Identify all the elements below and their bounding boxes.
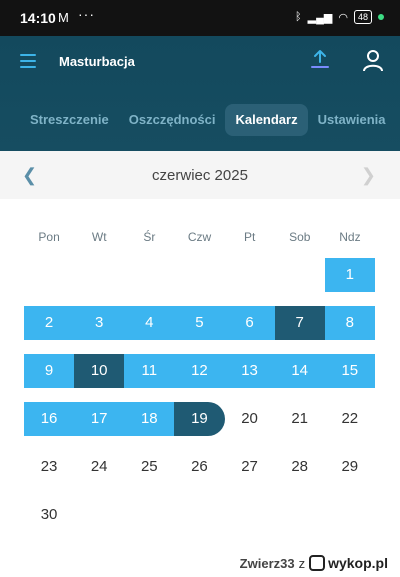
watermark-connector: z [298, 555, 306, 571]
tab-streszczenie[interactable]: Streszczenie [20, 104, 119, 136]
calendar-day[interactable]: 27 [225, 450, 275, 484]
calendar-day[interactable]: 16 [24, 402, 75, 436]
calendar-day[interactable]: 21 [275, 402, 325, 436]
month-label: czerwiec 2025 [152, 167, 248, 184]
empty-day-cell [225, 498, 275, 532]
calendar-day[interactable]: 17 [74, 402, 125, 436]
weekday-label: Ndz [339, 230, 361, 244]
menu-icon[interactable] [20, 54, 36, 68]
calendar-day[interactable]: 14 [274, 354, 325, 388]
calendar-week-row: 16 17 18 19 20 21 22 [24, 402, 375, 436]
calendar-day[interactable]: 23 [24, 450, 74, 484]
empty-day-cell [124, 498, 174, 532]
empty-day-cell [24, 258, 74, 292]
tab-ustawienia[interactable]: Ustawienia [308, 104, 396, 136]
calendar-day[interactable]: 15 [324, 354, 375, 388]
weekday-label: Czw [187, 230, 212, 244]
calendar-day[interactable]: 9 [24, 354, 75, 388]
wifi-icon: ◠ [338, 11, 348, 24]
empty-day-cell [74, 498, 124, 532]
calendar-day[interactable]: 30 [24, 498, 74, 532]
weekday-label: Pon [38, 230, 60, 244]
calendar-day[interactable]: 11 [124, 354, 175, 388]
empty-day-cell [174, 498, 224, 532]
wykop-logo: wykop.pl [309, 555, 388, 571]
empty-day-cell [225, 258, 275, 292]
calendar-day[interactable]: 12 [174, 354, 225, 388]
calendar-day[interactable]: 26 [174, 450, 224, 484]
calendar-day[interactable]: 13 [224, 354, 275, 388]
app-title: Masturbacja [59, 54, 135, 69]
watermark: Zwierz33 z wykop.pl [240, 555, 388, 571]
empty-day-cell [275, 498, 325, 532]
tab-bar: Streszczenie Oszczędności Kalendarz Usta… [20, 104, 396, 136]
weekday-label: Wt [91, 230, 107, 244]
next-month-icon[interactable]: ❯ [361, 165, 376, 186]
calendar-day[interactable]: 6 [224, 306, 275, 340]
upload-icon[interactable] [308, 48, 332, 72]
calendar-week-row: 2345678 [24, 306, 375, 340]
calendar-day[interactable]: 25 [124, 450, 174, 484]
weekday-header: Pon Wt Śr Czw Pt Sob Ndz [24, 230, 375, 244]
calendar-grid: 1 2 3 4 5 6 7 8 9 10 11 12 13 14 15 16 17 18 19 20 21 22 23 24 2… [24, 258, 375, 546]
calendar-day[interactable]: 4 [124, 306, 175, 340]
app-bar: Masturbacja Streszczenie Oszczędności Ka… [0, 36, 400, 151]
calendar-day[interactable]: 3 [74, 306, 125, 340]
calendar-day[interactable]: 28 [275, 450, 325, 484]
calendar-day[interactable]: 5 [174, 306, 225, 340]
calendar-day[interactable]: 7 [274, 306, 325, 340]
privacy-indicator-icon [378, 14, 384, 20]
month-navigation: ❮ czerwiec 2025 ❯ [0, 151, 400, 199]
bluetooth-icon: ᛒ [295, 11, 302, 23]
calendar-day[interactable]: 19 [174, 402, 225, 436]
more-notifications-icon: ··· [78, 6, 95, 22]
watermark-user: Zwierz33 [239, 555, 295, 571]
battery-icon: 48 [353, 10, 372, 24]
calendar-day[interactable]: 18 [124, 402, 175, 436]
empty-day-cell [74, 258, 124, 292]
calendar-day[interactable]: 10 [74, 354, 125, 388]
empty-day-cell [325, 498, 375, 532]
calendar-day[interactable]: 1 [324, 258, 375, 292]
wykop-logo-icon [309, 555, 326, 571]
mail-icon: M [58, 10, 69, 25]
tab-kalendarz[interactable]: Kalendarz [225, 104, 308, 136]
empty-day-cell [174, 258, 224, 292]
status-bar: 14:10 M ··· ᛒ ▂▄▆ ◠ 48 [0, 0, 400, 36]
calendar-day[interactable]: 29 [325, 450, 375, 484]
status-time: 14:10 [20, 10, 56, 26]
calendar-week-row: 1 [24, 258, 375, 292]
calendar-day[interactable]: 8 [324, 306, 375, 340]
calendar-day[interactable]: 2 [24, 306, 75, 340]
calendar-week-row: 9 10 11 12 13 14 15 [24, 354, 375, 388]
calendar-week-row: 23 24 25 26 27 28 29 [24, 450, 375, 484]
weekday-label: Sob [289, 230, 311, 244]
signal-icon: ▂▄▆ [307, 11, 333, 24]
profile-icon[interactable] [362, 49, 384, 73]
weekday-label: Pt [243, 230, 256, 244]
calendar-day[interactable]: 20 [225, 402, 275, 436]
calendar-day[interactable]: 24 [74, 450, 124, 484]
empty-day-cell [124, 258, 174, 292]
calendar-day[interactable]: 22 [325, 402, 375, 436]
empty-day-cell [275, 258, 325, 292]
tab-oszczednosci[interactable]: Oszczędności [119, 104, 226, 136]
calendar-week-row: 30 [24, 498, 375, 532]
weekday-label: Śr [143, 230, 156, 244]
